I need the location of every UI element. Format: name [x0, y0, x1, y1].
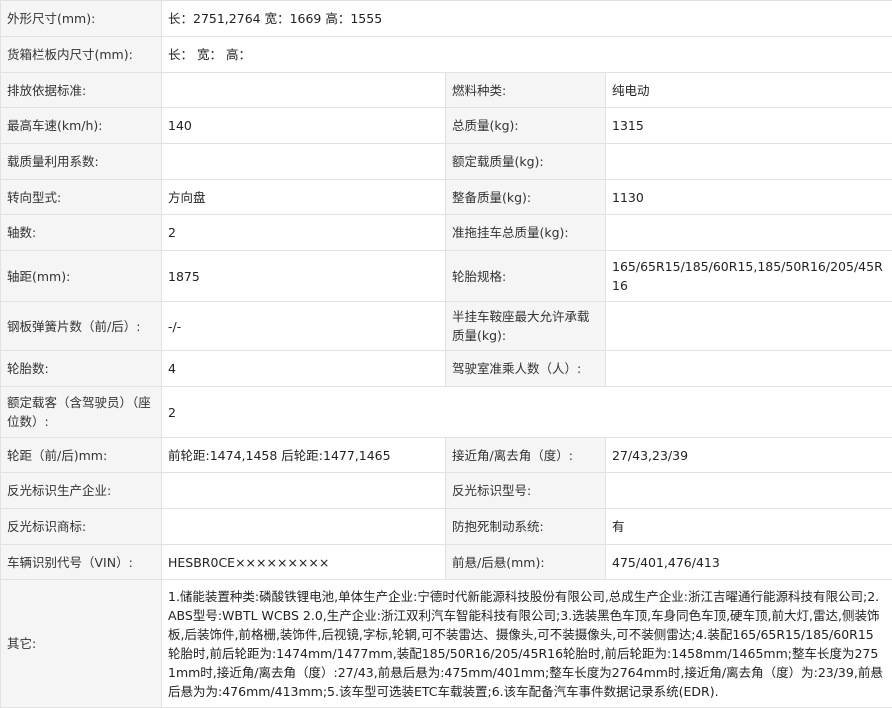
label-fuel-type: 燃料种类: — [445, 72, 606, 108]
label-emission-standard: 排放依据标准: — [0, 72, 162, 108]
label-rated-seats: 额定载客（含驾驶员）（座位数）: — [0, 386, 162, 438]
label-dimensions: 外形尺寸(mm): — [0, 0, 162, 37]
value-cargo-box: 长： 宽： 高： — [160, 36, 892, 73]
value-gross-mass: 1315 — [604, 107, 892, 144]
label-axle-count: 轴数: — [0, 214, 162, 251]
value-abs: 有 — [604, 508, 892, 545]
spec-table: 外形尺寸(mm): 长：2751,2764 宽：1669 高：1555 货箱栏板… — [0, 0, 892, 708]
label-approach-departure: 接近角/离去角（度）: — [445, 437, 606, 473]
label-fifth-wheel-load: 半挂车鞍座最大允许承载质量(kg): — [445, 301, 606, 351]
table-row: 轮胎数: 4 驾驶室准乘人数（人）: — [0, 350, 892, 387]
label-tire-count: 轮胎数: — [0, 350, 162, 387]
table-row: 货箱栏板内尺寸(mm): 长： 宽： 高： — [0, 36, 892, 73]
value-fuel-type: 纯电动 — [604, 72, 892, 108]
value-reflective-brand — [161, 508, 446, 545]
value-dimensions: 长：2751,2764 宽：1669 高：1555 — [160, 0, 892, 37]
table-row: 外形尺寸(mm): 长：2751,2764 宽：1669 高：1555 — [0, 0, 892, 37]
label-curb-mass: 整备质量(kg): — [445, 179, 606, 215]
value-tire-spec: 165/65R15/185/60R15,185/50R16/205/45R16 — [604, 250, 892, 302]
table-row: 排放依据标准: 燃料种类: 纯电动 — [0, 72, 892, 108]
label-rated-load: 额定载质量(kg): — [445, 143, 606, 180]
value-wheelbase: 1875 — [161, 250, 446, 302]
value-axle-count: 2 — [161, 214, 446, 251]
label-wheelbase: 轴距(mm): — [0, 250, 162, 302]
value-cab-occupants — [604, 350, 892, 387]
value-other: 1.储能装置种类:磷酸铁锂电池,单体生产企业:宁德时代新能源科技股份有限公司,总… — [160, 579, 892, 708]
label-cab-occupants: 驾驶室准乘人数（人）: — [445, 350, 606, 387]
value-steering: 方向盘 — [161, 179, 446, 215]
label-steering: 转向型式: — [0, 179, 162, 215]
value-overhang: 475/401,476/413 — [604, 544, 892, 580]
label-leaf-springs: 钢板弹簧片数（前/后）: — [0, 301, 162, 351]
table-row: 反光标识商标: 防抱死制动系统: 有 — [0, 508, 892, 545]
value-max-speed: 140 — [161, 107, 446, 144]
table-row: 轮距（前/后)mm: 前轮距:1474,1458 后轮距:1477,1465 接… — [0, 437, 892, 473]
table-row: 载质量利用系数: 额定载质量(kg): — [0, 143, 892, 180]
label-reflective-brand: 反光标识商标: — [0, 508, 162, 545]
value-tire-count: 4 — [161, 350, 446, 387]
table-row: 转向型式: 方向盘 整备质量(kg): 1130 — [0, 179, 892, 215]
value-leaf-springs: -/- — [161, 301, 446, 351]
label-gross-mass: 总质量(kg): — [445, 107, 606, 144]
label-load-factor: 载质量利用系数: — [0, 143, 162, 180]
value-reflective-maker — [161, 472, 446, 509]
label-trailer-mass: 准拖挂车总质量(kg): — [445, 214, 606, 251]
table-row: 最高车速(km/h): 140 总质量(kg): 1315 — [0, 107, 892, 144]
table-row: 反光标识生产企业: 反光标识型号: — [0, 472, 892, 509]
table-row: 额定载客（含驾驶员）（座位数）: 2 — [0, 386, 892, 438]
label-vin: 车辆识别代号（VIN）: — [0, 544, 162, 580]
table-row: 其它: 1.储能装置种类:磷酸铁锂电池,单体生产企业:宁德时代新能源科技股份有限… — [0, 579, 892, 708]
value-curb-mass: 1130 — [604, 179, 892, 215]
value-vin: HESBR0CE××××××××× — [161, 544, 446, 580]
table-row: 轴距(mm): 1875 轮胎规格: 165/65R15/185/60R15,1… — [0, 250, 892, 302]
value-load-factor — [161, 143, 446, 180]
label-reflective-model: 反光标识型号: — [445, 472, 606, 509]
table-row: 钢板弹簧片数（前/后）: -/- 半挂车鞍座最大允许承载质量(kg): — [0, 301, 892, 351]
value-approach-departure: 27/43,23/39 — [604, 437, 892, 473]
label-reflective-maker: 反光标识生产企业: — [0, 472, 162, 509]
value-reflective-model — [604, 472, 892, 509]
label-overhang: 前悬/后悬(mm): — [445, 544, 606, 580]
table-row: 轴数: 2 准拖挂车总质量(kg): — [0, 214, 892, 251]
value-trailer-mass — [604, 214, 892, 251]
value-emission-standard — [161, 72, 446, 108]
label-cargo-box: 货箱栏板内尺寸(mm): — [0, 36, 162, 73]
table-row: 车辆识别代号（VIN）: HESBR0CE××××××××× 前悬/后悬(mm)… — [0, 544, 892, 580]
value-track-width: 前轮距:1474,1458 后轮距:1477,1465 — [161, 437, 446, 473]
label-track-width: 轮距（前/后)mm: — [0, 437, 162, 473]
label-max-speed: 最高车速(km/h): — [0, 107, 162, 144]
value-rated-load — [604, 143, 892, 180]
value-fifth-wheel-load — [604, 301, 892, 351]
label-abs: 防抱死制动系统: — [445, 508, 606, 545]
label-other: 其它: — [0, 579, 162, 708]
label-tire-spec: 轮胎规格: — [445, 250, 606, 302]
value-rated-seats: 2 — [160, 386, 892, 438]
